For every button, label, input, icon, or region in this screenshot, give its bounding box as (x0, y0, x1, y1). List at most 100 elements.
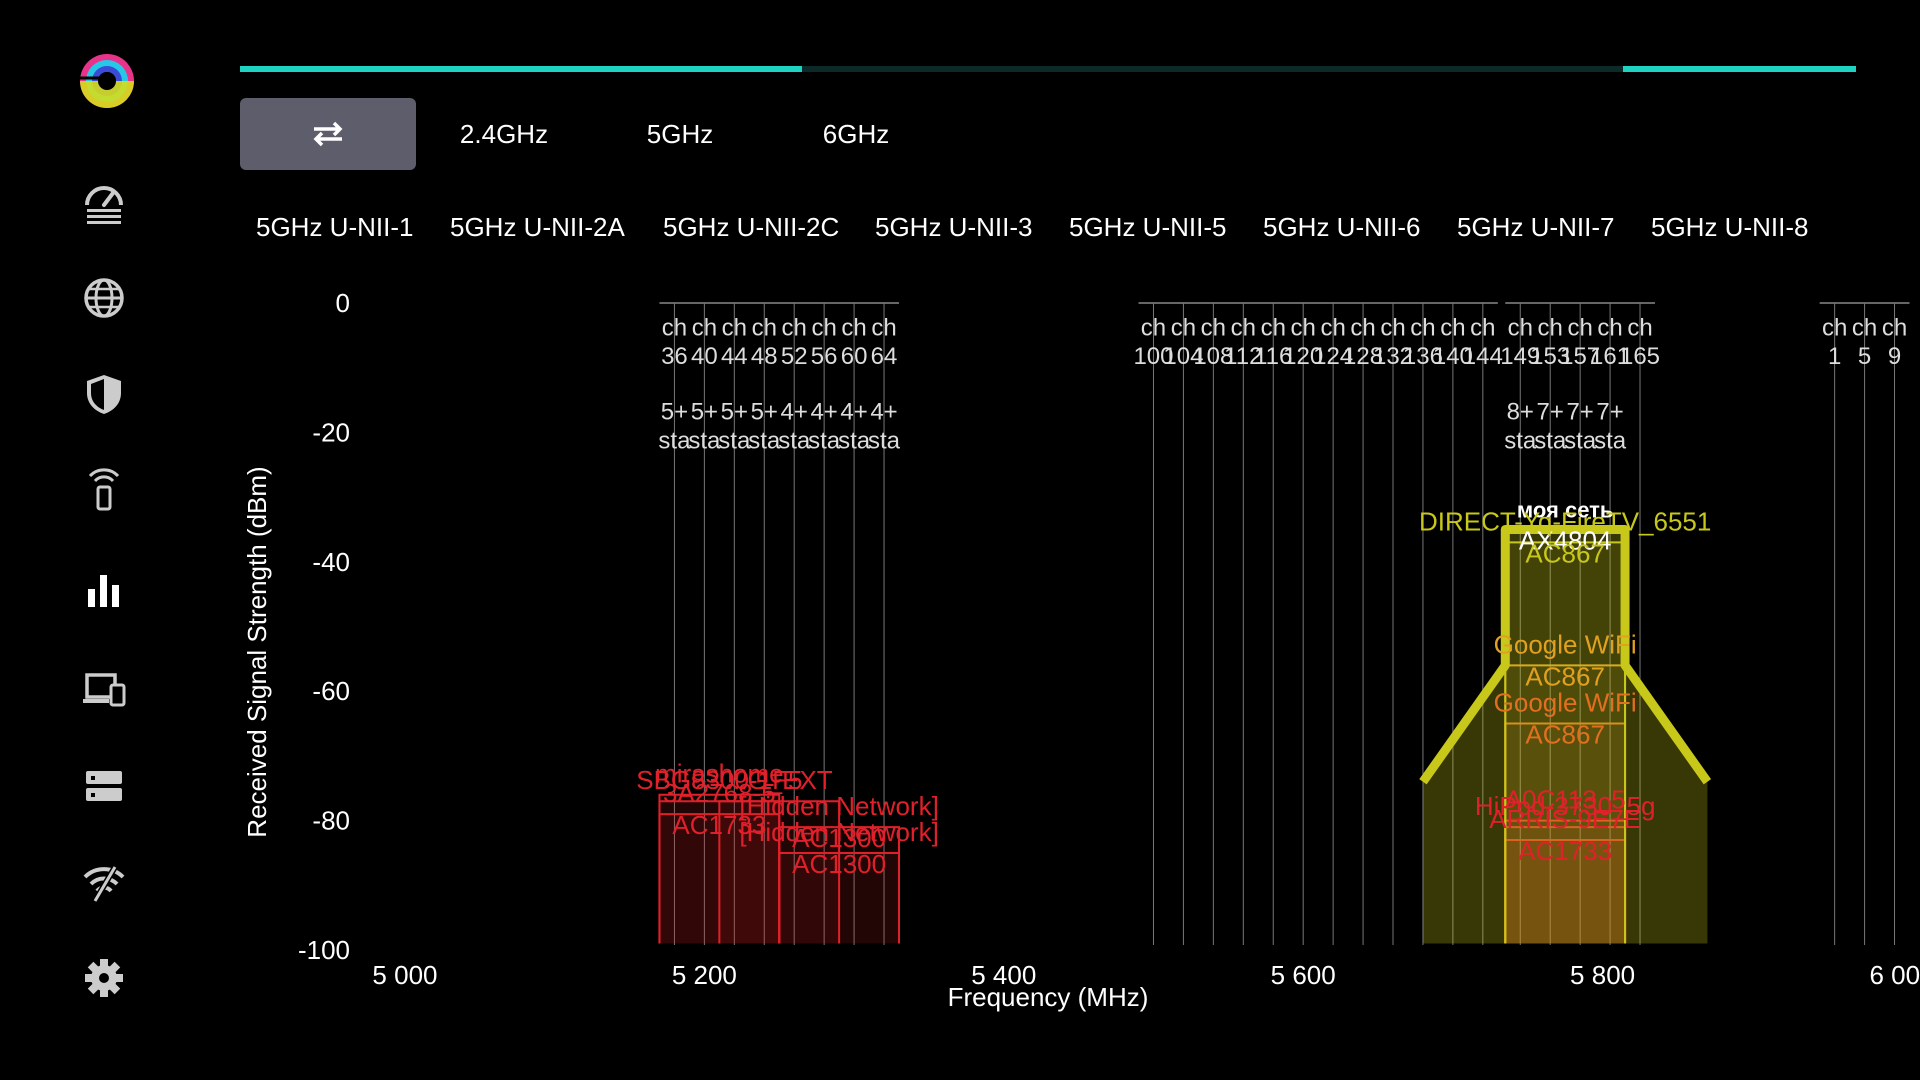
subband-unii-6[interactable]: 5GHz U-NII-6 (1263, 212, 1420, 243)
network-ssid: ...G_EXT (726, 765, 833, 795)
channel-number: 112 (1224, 343, 1262, 370)
station-count: 7+ (1596, 398, 1623, 425)
channel-prefix: ch (1822, 314, 1847, 341)
network-ssid: A0C113_5 (1505, 785, 1626, 815)
subband-unii-7[interactable]: 5GHz U-NII-7 (1457, 212, 1614, 243)
channel-prefix: ch (1380, 314, 1405, 341)
network-area (779, 827, 899, 944)
channel-number: 136 (1403, 343, 1443, 370)
progress-segment-1 (240, 66, 802, 72)
channel-number: 128 (1343, 343, 1383, 370)
network-ssid: Google WiFi (1494, 629, 1637, 659)
channel-prefix: ch (1320, 314, 1345, 341)
network-area (779, 852, 899, 944)
x-tick-label: 5 200 (672, 960, 737, 990)
network-area (719, 801, 840, 944)
swap-band-button[interactable] (240, 98, 416, 170)
subband-unii-3[interactable]: 5GHz U-NII-3 (875, 212, 1032, 243)
tab-6ghz[interactable]: 6GHz (768, 98, 944, 170)
station-label: sta (658, 428, 691, 455)
channel-number: 56 (811, 343, 838, 370)
devices-icon (83, 673, 126, 707)
station-label: sta (1594, 428, 1627, 455)
globe-icon (84, 278, 124, 318)
channel-number: 120 (1283, 343, 1323, 370)
network-curve (658, 813, 781, 944)
station-label: sta (808, 428, 841, 455)
station-count: 5+ (691, 398, 718, 425)
channel-number: 40 (691, 343, 718, 370)
server-icon (86, 771, 122, 801)
channel-number: 161 (1590, 343, 1630, 370)
network-area (1505, 820, 1626, 944)
network-curve (658, 800, 781, 944)
network-ssid: mirashome (655, 759, 784, 789)
network-area (659, 801, 780, 944)
station-label: sta (748, 428, 781, 455)
nav-settings[interactable] (78, 952, 130, 1004)
nav-speedtest[interactable] (78, 176, 130, 228)
nav-wifi[interactable] (78, 856, 130, 908)
gear-icon (85, 959, 123, 997)
channel-number: 108 (1193, 343, 1233, 370)
channel-number: 157 (1560, 343, 1600, 370)
network-area (1505, 827, 1626, 944)
y-tick-label: -20 (312, 417, 350, 447)
network-standard: AC1733 (1518, 836, 1612, 866)
x-tick-label: 5 400 (971, 960, 1036, 990)
sidebar (0, 0, 210, 1080)
network-ssid: ARRIS-9E7E (1489, 804, 1641, 834)
channel-number: 9 (1888, 343, 1901, 370)
station-count: 4+ (840, 398, 867, 425)
channel-number: 5 (1858, 343, 1871, 370)
nav-network[interactable] (78, 760, 130, 812)
tab-5ghz[interactable]: 5GHz (592, 98, 768, 170)
band-tabs: 2.4GHz 5GHz 6GHz (240, 98, 944, 170)
subband-unii-2a[interactable]: 5GHz U-NII-2A (450, 212, 625, 243)
subband-unii-8[interactable]: 5GHz U-NII-8 (1651, 212, 1808, 243)
network-labels: моя сетьAX4804DIRECT-Yq-FireTV_6551AC867… (636, 497, 1711, 879)
station-count: 5+ (751, 398, 778, 425)
station-count: 7+ (1566, 398, 1593, 425)
app-logo-icon (80, 54, 134, 108)
nav-analyzer[interactable] (78, 564, 130, 616)
network-area (1422, 529, 1708, 944)
network-curve (658, 793, 781, 944)
network-standard: AC867 (1525, 661, 1605, 691)
network-curves (658, 524, 1712, 944)
station-label: sta (838, 428, 871, 455)
nav-signal[interactable] (78, 464, 130, 516)
channel-prefix: ch (811, 314, 836, 341)
channel-prefix: ch (1410, 314, 1435, 341)
network-ssid: Google WiFi (1494, 688, 1637, 718)
channel-prefix: ch (1231, 314, 1256, 341)
station-label: sta (868, 428, 901, 455)
scan-progress-bar (240, 66, 1856, 72)
channel-prefix: ch (841, 314, 866, 341)
nav-security[interactable] (78, 368, 130, 420)
channel-prefix: ch (1882, 314, 1907, 341)
channel-number: 140 (1433, 343, 1473, 370)
channel-prefix: ch (1508, 314, 1533, 341)
network-ssid: моя сеть (1517, 497, 1614, 522)
channel-prefix: ch (722, 314, 747, 341)
network-curve (778, 851, 900, 944)
network-standard: AC867 (1525, 720, 1605, 750)
nav-devices[interactable] (78, 664, 130, 716)
channel-prefix: ch (1538, 314, 1563, 341)
subband-unii-1[interactable]: 5GHz U-NII-1 (256, 212, 413, 243)
channel-number: 165 (1620, 343, 1660, 370)
subband-unii-5[interactable]: 5GHz U-NII-5 (1069, 212, 1226, 243)
tab-2-4ghz[interactable]: 2.4GHz (416, 98, 592, 170)
channel-number: 64 (871, 343, 898, 370)
channel-number: 100 (1133, 343, 1173, 370)
network-ssid: 3A2768-5 (663, 778, 776, 808)
station-count: 4+ (870, 398, 897, 425)
channel-prefix: ch (1201, 314, 1226, 341)
station-label: sta (1504, 428, 1537, 455)
channel-prefix: ch (1470, 314, 1495, 341)
axes: 0 -20 -40 -60 -80 -100 5 000 5 200 5 400 5 600 5 8… (298, 288, 1920, 990)
nav-internet[interactable] (78, 272, 130, 324)
subband-unii-2c[interactable]: 5GHz U-NII-2C (663, 212, 839, 243)
station-label: sta (1534, 428, 1567, 455)
